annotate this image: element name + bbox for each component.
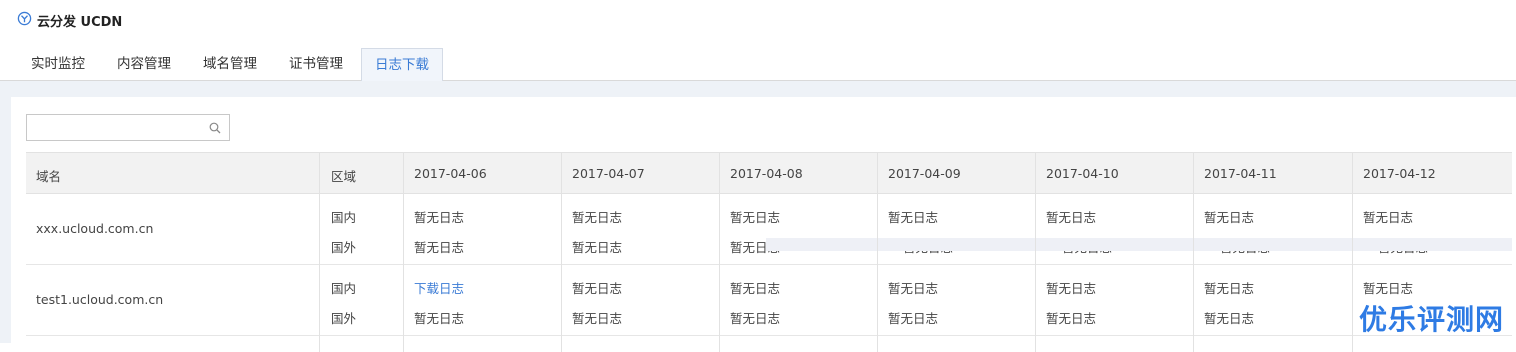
domain-cell: xxx.ucloud.com.cn — [36, 221, 154, 236]
log-status: 暂无日志 — [1046, 311, 1097, 326]
column-divider — [1193, 152, 1194, 352]
log-status: 暂无日志 — [1046, 281, 1097, 296]
log-status: 暂无日志 — [1204, 281, 1255, 296]
column-header-domain: 域名 — [36, 169, 62, 184]
domain-cell: test1.ucloud.com.cn — [36, 292, 164, 307]
column-header-date: 2017-04-11 — [1204, 166, 1277, 181]
tab-certificate-management[interactable]: 证书管理 — [275, 48, 357, 81]
column-header-date: 2017-04-06 — [414, 166, 487, 181]
app-header: 云分发 UCDN — [0, 0, 1516, 40]
region-cell: 国内 — [331, 210, 357, 225]
content-area: 域名 区域 2017-04-06 2017-04-07 2017-04-08 2… — [0, 81, 1516, 352]
column-header-date: 2017-04-08 — [730, 166, 803, 181]
log-status: 暂无日志 — [1363, 281, 1414, 296]
region-cell: 国外 — [331, 240, 357, 255]
log-status: 暂无日志 — [730, 210, 781, 225]
search-icon[interactable] — [209, 122, 221, 134]
log-status: 暂无日志 — [1363, 210, 1414, 225]
log-status: 暂无日志 — [414, 311, 465, 326]
column-header-date: 2017-04-10 — [1046, 166, 1119, 181]
log-status: 暂无日志 — [414, 240, 465, 255]
column-header-date: 2017-04-12 — [1363, 166, 1436, 181]
log-status: 暂无日志 — [730, 281, 781, 296]
log-status: 暂无日志 — [888, 210, 939, 225]
log-status: 暂无日志 — [888, 311, 939, 326]
log-status: 暂无日志 — [1046, 210, 1097, 225]
search-box — [26, 114, 230, 141]
column-divider — [403, 152, 404, 352]
tab-domain-management[interactable]: 域名管理 — [189, 48, 271, 81]
product-title: 云分发 UCDN — [37, 15, 123, 30]
column-divider — [561, 152, 562, 352]
table-row: test1.ucloud.com.cn 国内 国外 下载日志 暂无日志 暂无日志… — [26, 265, 1512, 336]
tab-content-management[interactable]: 内容管理 — [103, 48, 185, 81]
log-status: 暂无日志 — [730, 311, 781, 326]
column-header-date: 2017-04-09 — [888, 166, 961, 181]
column-divider — [319, 152, 320, 352]
tab-monitoring[interactable]: 实时监控 — [17, 48, 99, 81]
log-status: 暂无日志 — [1204, 311, 1255, 326]
log-status: 暂无日志 — [888, 281, 939, 296]
region-cell: 国外 — [331, 311, 357, 326]
log-status: 暂无日志 — [572, 210, 623, 225]
column-divider — [1035, 152, 1036, 352]
column-divider — [1352, 152, 1353, 352]
site-watermark: 优乐评测网 — [1358, 303, 1504, 336]
ucdn-logo-icon — [17, 11, 32, 26]
search-input[interactable] — [27, 115, 202, 140]
log-status: 暂无日志 — [414, 210, 465, 225]
log-status: 暂无日志 — [572, 240, 623, 255]
download-log-link[interactable]: 下载日志 — [414, 278, 464, 297]
log-panel: 域名 区域 2017-04-06 2017-04-07 2017-04-08 2… — [11, 97, 1516, 352]
log-status: 暂无日志 — [1204, 210, 1255, 225]
tab-log-download[interactable]: 日志下载 — [361, 48, 443, 82]
table-header-row: 域名 区域 2017-04-06 2017-04-07 2017-04-08 2… — [26, 152, 1512, 194]
column-header-date: 2017-04-07 — [572, 166, 645, 181]
table-row: xxx.ucloud.com.cn 国内 国外 暂无日志 暂无日志 暂无日志 暂… — [26, 194, 1512, 265]
column-divider — [719, 152, 720, 352]
column-divider — [877, 152, 878, 352]
log-status: 暂无日志 — [572, 281, 623, 296]
column-header-region: 区域 — [331, 169, 357, 184]
tab-bar: 实时监控 内容管理 域名管理 证书管理 日志下载 — [0, 48, 1516, 82]
region-cell: 国内 — [331, 281, 357, 296]
log-status: 暂无日志 — [572, 311, 623, 326]
